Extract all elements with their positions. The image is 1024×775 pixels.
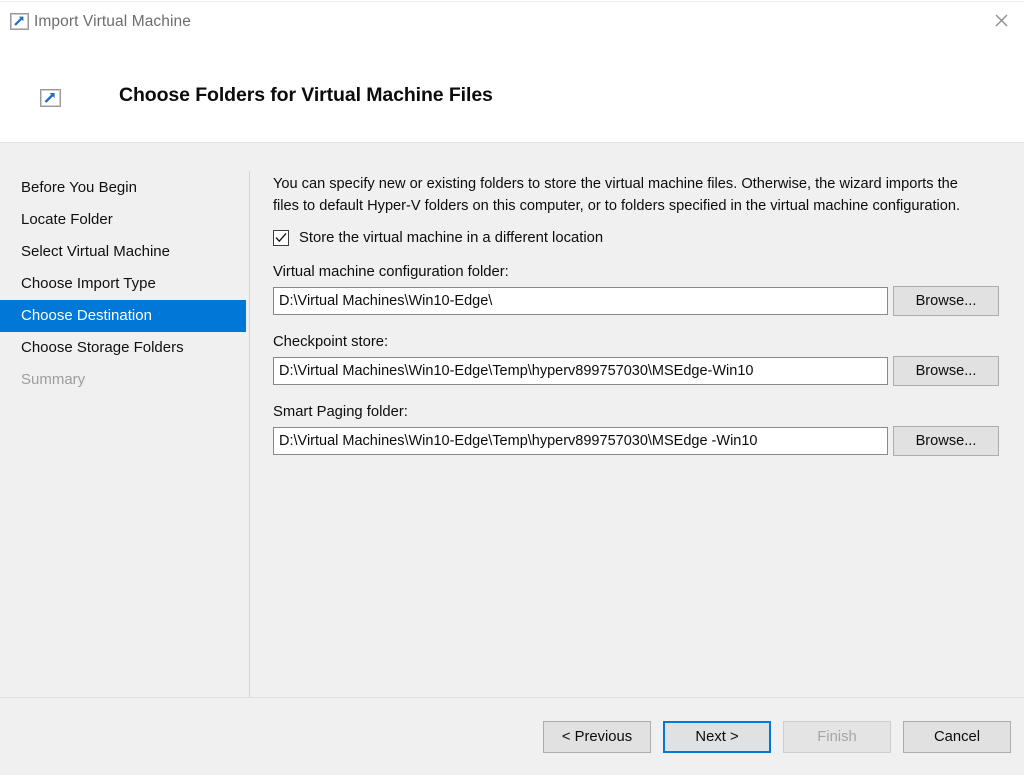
store-different-location-row[interactable]: Store the virtual machine in a different… bbox=[273, 230, 1013, 246]
config-folder-row: Browse... bbox=[273, 286, 1013, 316]
config-folder-label: Virtual machine configuration folder: bbox=[273, 264, 509, 280]
import-vm-header-icon bbox=[40, 89, 61, 107]
footer-button-group: < Previous Next > Finish Cancel bbox=[543, 721, 1011, 753]
title-bar: Import Virtual Machine bbox=[0, 0, 1024, 44]
sidebar-item-choose-destination[interactable]: Choose Destination bbox=[0, 300, 246, 332]
page-title: Choose Folders for Virtual Machine Files bbox=[119, 84, 493, 106]
sidebar-item-select-virtual-machine[interactable]: Select Virtual Machine bbox=[0, 236, 246, 268]
sidebar-item-summary: Summary bbox=[21, 371, 86, 388]
wizard-steps-list: Before You Begin Locate Folder Select Vi… bbox=[0, 172, 246, 396]
config-folder-browse-button[interactable]: Browse... bbox=[893, 286, 999, 316]
intro-text: You can specify new or existing folders … bbox=[273, 176, 961, 214]
wizard-footer: < Previous Next > Finish Cancel bbox=[0, 697, 1024, 775]
finish-button: Finish bbox=[783, 721, 891, 753]
smart-paging-folder-row: Browse... bbox=[273, 426, 1013, 456]
cancel-button[interactable]: Cancel bbox=[903, 721, 1011, 753]
config-folder-input[interactable] bbox=[273, 287, 888, 315]
wizard-body: Before You Begin Locate Folder Select Vi… bbox=[0, 144, 1024, 707]
smart-paging-folder-browse-button[interactable]: Browse... bbox=[893, 426, 999, 456]
store-different-location-checkbox[interactable] bbox=[273, 230, 289, 246]
previous-button[interactable]: < Previous bbox=[543, 721, 651, 753]
close-icon bbox=[995, 14, 1007, 26]
window-title: Import Virtual Machine bbox=[34, 13, 191, 30]
checkmark-icon bbox=[275, 232, 287, 243]
checkpoint-store-input[interactable] bbox=[273, 357, 888, 385]
checkpoint-store-label: Checkpoint store: bbox=[273, 334, 389, 350]
store-different-location-label: Store the virtual machine in a different… bbox=[299, 230, 604, 246]
window-top-edge bbox=[0, 0, 1024, 2]
checkpoint-store-browse-button[interactable]: Browse... bbox=[893, 356, 999, 386]
smart-paging-folder-group: Smart Paging folder: Browse... bbox=[273, 404, 1013, 456]
smart-paging-folder-label: Smart Paging folder: bbox=[273, 404, 408, 420]
smart-paging-folder-input[interactable] bbox=[273, 427, 888, 455]
sidebar-item-locate-folder[interactable]: Locate Folder bbox=[0, 204, 246, 236]
wizard-content: You can specify new or existing folders … bbox=[273, 174, 1013, 456]
wizard-header: Choose Folders for Virtual Machine Files bbox=[0, 44, 1024, 143]
sidebar-item-choose-import-type[interactable]: Choose Import Type bbox=[0, 268, 246, 300]
checkpoint-store-group: Checkpoint store: Browse... bbox=[273, 334, 1013, 386]
checkpoint-store-row: Browse... bbox=[273, 356, 1013, 386]
sidebar-item-choose-storage-folders[interactable]: Choose Storage Folders bbox=[0, 332, 246, 364]
sidebar-item-before-you-begin[interactable]: Before You Begin bbox=[0, 172, 246, 204]
vertical-divider bbox=[249, 171, 250, 707]
close-button[interactable] bbox=[978, 0, 1024, 40]
next-button[interactable]: Next > bbox=[663, 721, 771, 753]
config-folder-group: Virtual machine configuration folder: Br… bbox=[273, 264, 1013, 316]
import-vm-icon bbox=[10, 13, 29, 30]
